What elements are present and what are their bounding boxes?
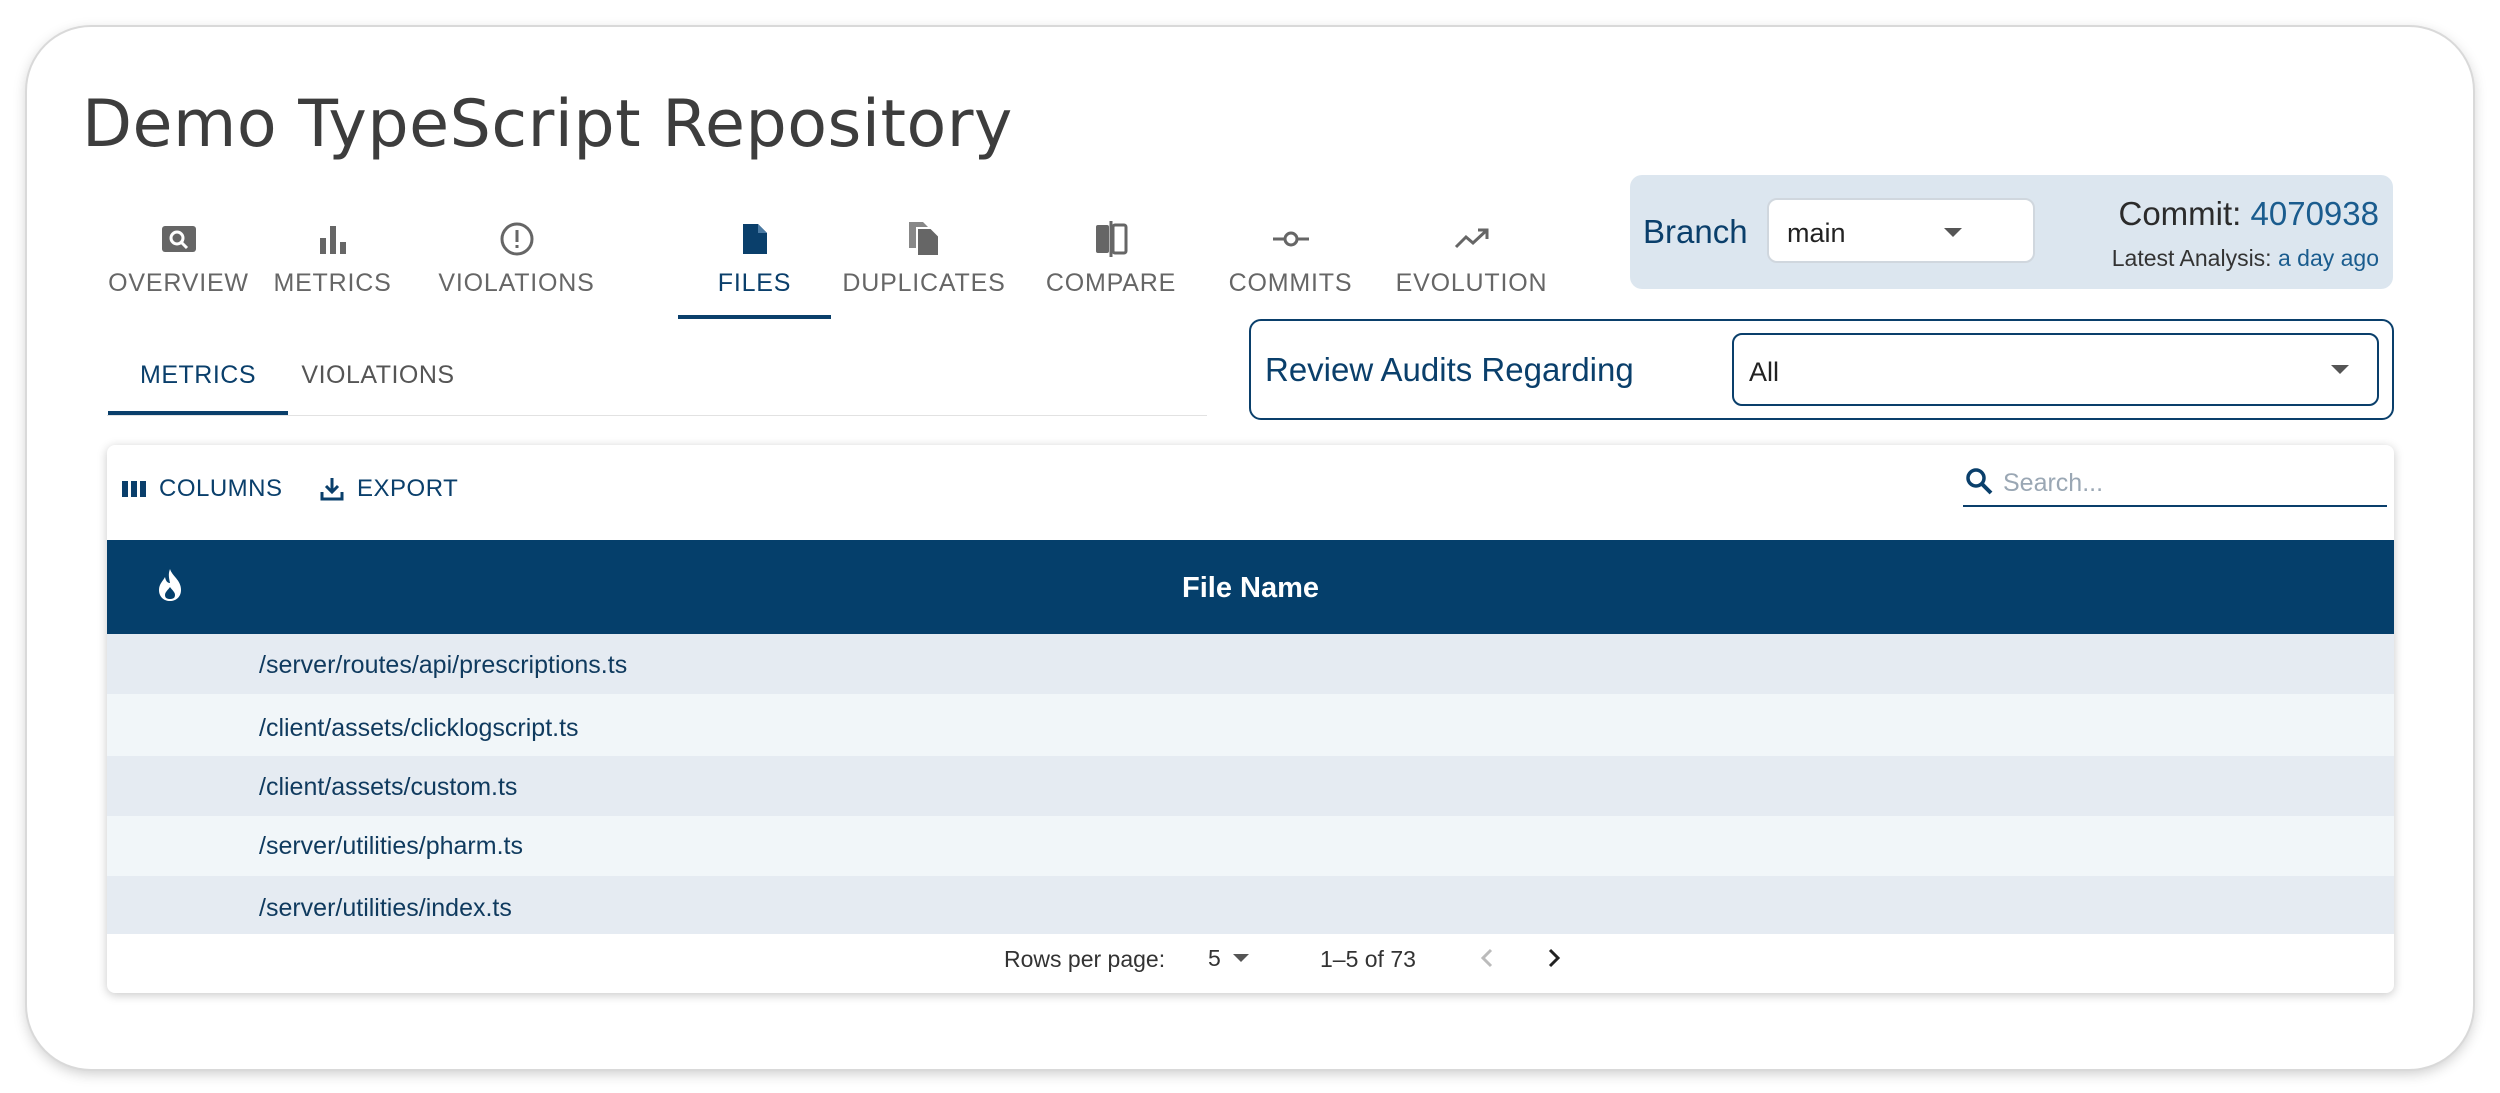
file-path-cell[interactable]: /server/utilities/index.ts (259, 894, 512, 923)
export-label: EXPORT (357, 475, 459, 502)
review-audits-panel: Review Audits Regarding All (1249, 319, 2394, 420)
previous-page-button[interactable] (1469, 940, 1505, 976)
file-icon (742, 224, 767, 254)
divider (107, 415, 1207, 416)
files-data-grid: COLUMNS EXPORT Search... File Name /serv… (107, 445, 2394, 993)
columns-button[interactable]: COLUMNS (121, 469, 283, 509)
commit-label: Commit: (2118, 195, 2242, 232)
review-audits-label: Review Audits Regarding (1265, 351, 1634, 388)
tab-label: EVOLUTION (1395, 269, 1548, 297)
trending-up-icon (1454, 228, 1488, 249)
branch-label: Branch (1643, 213, 1748, 250)
review-audits-select[interactable]: All (1732, 333, 2379, 406)
compare-icon (1096, 221, 1128, 257)
alert-circle-icon (500, 222, 533, 256)
tab-label: COMPARE (1045, 269, 1177, 297)
table-header: File Name (107, 540, 2394, 634)
overview-icon (161, 226, 196, 252)
rows-per-page-value: 5 (1208, 945, 1221, 971)
app-window: Demo TypeScript Repository OVERVIEW METR… (27, 27, 2473, 1069)
download-icon (320, 478, 344, 501)
bar-chart-icon (319, 226, 346, 254)
table-row[interactable]: /client/assets/clicklogscript.ts (107, 694, 2394, 756)
branch-value: main (1787, 218, 1846, 248)
tab-violations[interactable]: VIOLATIONS (415, 177, 618, 319)
chevron-down-icon (1233, 954, 1249, 962)
branch-select[interactable]: main (1767, 198, 2035, 263)
subtab-label: METRICS (140, 361, 256, 389)
file-path-cell[interactable]: /server/utilities/pharm.ts (259, 832, 523, 861)
pagination-range: 1–5 of 73 (1320, 946, 1416, 972)
table-row[interactable]: /client/assets/custom.ts (107, 756, 2394, 816)
table-row[interactable]: /server/utilities/pharm.ts (107, 816, 2394, 876)
tab-label: COMMITS (1228, 269, 1353, 297)
tab-overview[interactable]: OVERVIEW (107, 177, 250, 319)
table-row[interactable]: /server/utilities/index.ts (107, 876, 2394, 934)
tab-compare[interactable]: COMPARE (1017, 177, 1205, 319)
file-path-cell[interactable]: /server/routes/api/prescriptions.ts (259, 651, 627, 680)
subtab-violations[interactable]: VIOLATIONS (288, 333, 468, 415)
tab-metrics[interactable]: METRICS (250, 177, 415, 319)
tab-label: METRICS (273, 269, 392, 297)
file-path-cell[interactable]: /client/assets/clicklogscript.ts (259, 714, 579, 743)
file-path-cell[interactable]: /client/assets/custom.ts (259, 773, 517, 802)
chevron-down-icon (2331, 365, 2349, 374)
search-icon (1966, 468, 1993, 495)
analysis-value: a day ago (2277, 245, 2379, 271)
main-tabs: OVERVIEW METRICS VIOLATIONS FILES DUPLIC… (107, 177, 1587, 319)
subtab-metrics[interactable]: METRICS (108, 333, 288, 415)
chevron-left-icon (1480, 948, 1493, 968)
tab-label: DUPLICATES (842, 269, 1006, 297)
columns-label: COLUMNS (159, 475, 283, 502)
tab-duplicates[interactable]: DUPLICATES (831, 177, 1017, 319)
latest-analysis: Latest Analysis: a day ago (2112, 245, 2379, 272)
subtab-label: VIOLATIONS (301, 361, 455, 389)
tab-files[interactable]: FILES (678, 177, 831, 319)
rows-per-page-label: Rows per page: (1004, 946, 1166, 972)
duplicate-files-icon (909, 222, 940, 257)
commit-info: Commit: 4070938 (2119, 195, 2380, 233)
rows-per-page-select[interactable]: 5 (1208, 940, 1268, 976)
commit-icon (1272, 231, 1309, 247)
tab-label: FILES (717, 269, 792, 297)
chevron-right-icon (1548, 948, 1561, 968)
chevron-down-icon (1944, 228, 1962, 237)
analysis-label: Latest Analysis: (2111, 245, 2272, 271)
export-button[interactable]: EXPORT (319, 469, 458, 509)
search-input[interactable] (2001, 465, 2385, 501)
tab-label: OVERVIEW (108, 269, 249, 297)
branch-panel: Branch main Commit: 4070938 Latest Analy… (1630, 175, 2393, 289)
tab-commits[interactable]: COMMITS (1205, 177, 1376, 319)
columns-icon (122, 481, 146, 497)
commit-hash[interactable]: 4070938 (2251, 195, 2379, 232)
tab-label: VIOLATIONS (438, 269, 595, 297)
next-page-button[interactable] (1536, 940, 1572, 976)
tab-evolution[interactable]: EVOLUTION (1376, 177, 1567, 319)
review-audits-value: All (1749, 357, 1780, 387)
table-row[interactable]: /server/routes/api/prescriptions.ts (107, 634, 2394, 694)
pagination: Rows per page: 5 1–5 of 73 (107, 934, 2394, 993)
search-field (1963, 459, 2387, 507)
page-title: Demo TypeScript Repository (82, 87, 1013, 162)
file-name-column-header[interactable]: File Name (107, 572, 2394, 605)
